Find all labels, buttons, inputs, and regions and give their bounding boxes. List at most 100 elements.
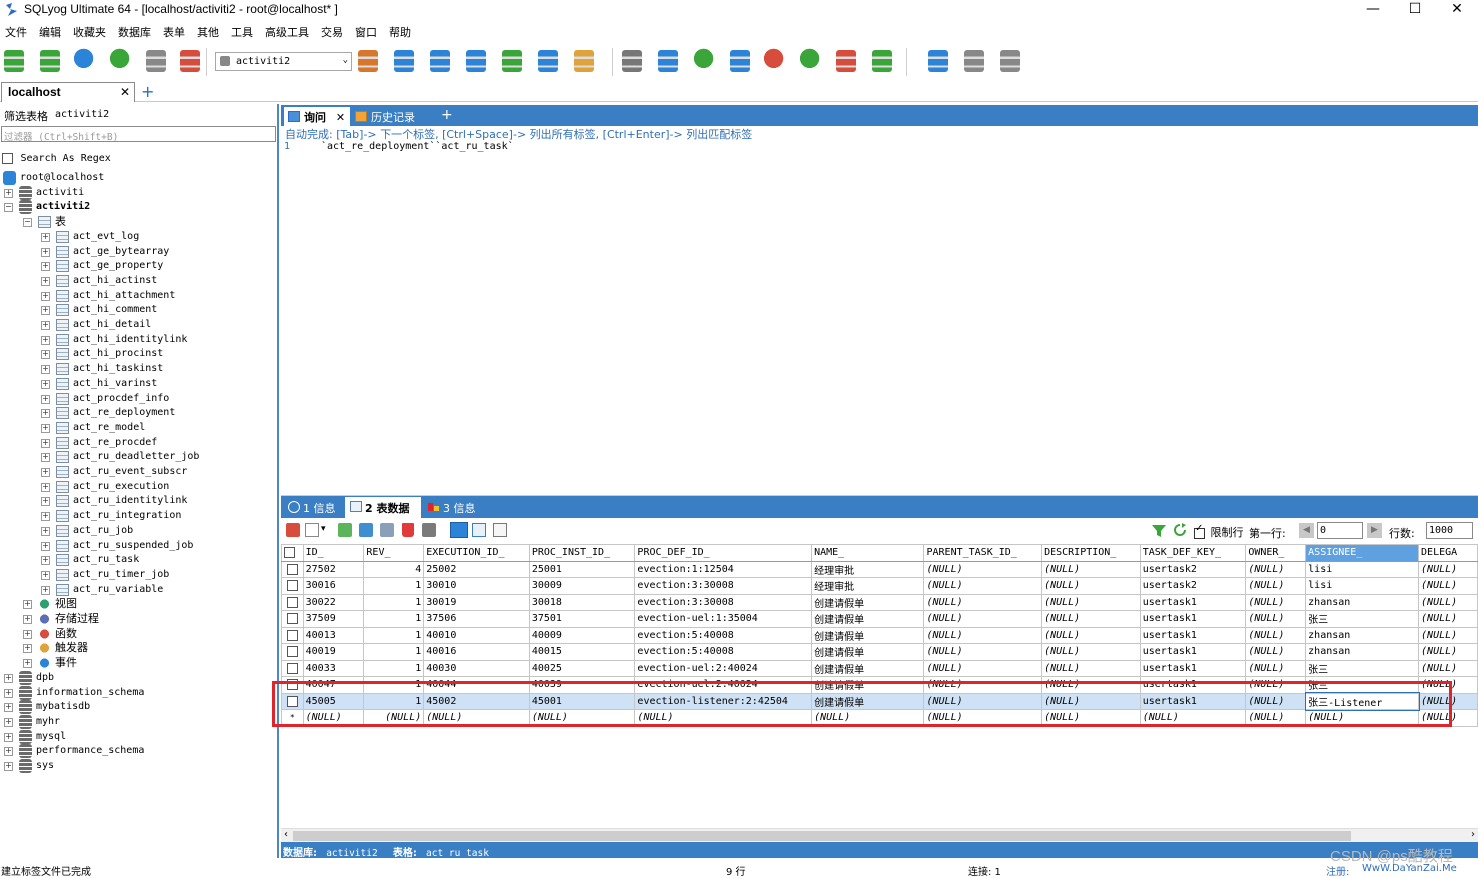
expand-icon[interactable]: + (41, 379, 50, 389)
table-cell[interactable]: 张三 (1305, 659, 1420, 677)
scroll-right-icon[interactable]: › (1471, 829, 1475, 840)
table-cell[interactable]: 27502 (302, 560, 365, 578)
menu-item-6[interactable]: 工具 (226, 22, 260, 40)
table-cell[interactable]: (NULL) (923, 593, 1043, 611)
migration-icon[interactable] (872, 50, 892, 72)
expand-icon[interactable]: + (23, 600, 32, 610)
expand-icon[interactable]: + (4, 747, 13, 757)
table-cell[interactable]: 经理审批 (811, 577, 925, 595)
chevron-down-icon[interactable]: ▾ (321, 524, 326, 534)
sql-text[interactable]: `act_re_deployment``act_ru_task` (321, 141, 514, 152)
table-cell[interactable]: 30009 (528, 577, 636, 595)
table-cell[interactable]: usertask2 (1139, 577, 1247, 595)
table-cell[interactable]: zhansan (1305, 626, 1420, 644)
create-table-icon[interactable] (430, 50, 450, 72)
table-cell[interactable]: 1 (363, 643, 425, 661)
expand-icon[interactable]: + (41, 232, 50, 242)
backup-icon[interactable] (622, 50, 642, 72)
column-header[interactable]: ASSIGNEE_ (1305, 544, 1420, 562)
table-cell[interactable]: (NULL) (1041, 593, 1141, 611)
table-cell[interactable]: (NULL) (1245, 610, 1307, 628)
notification-icon[interactable] (928, 50, 948, 72)
menu-item-3[interactable]: 数据库 (113, 22, 158, 40)
maximize-button[interactable]: ☐ (1394, 0, 1436, 20)
row-checkbox[interactable] (286, 646, 298, 657)
table-row[interactable]: 37509 1 37506 37501 evection-uel:1:35004 创建请假… (281, 610, 1478, 628)
close-tab-icon[interactable]: ✕ (336, 111, 345, 124)
table-cell[interactable]: evection-uel:2:40024 (634, 659, 813, 677)
prev-page-button[interactable]: ◀ (1299, 523, 1314, 538)
duplicate-row-icon[interactable] (359, 523, 373, 537)
column-header[interactable]: PROC_DEF_ID_ (634, 544, 813, 562)
row-select-cell[interactable] (281, 643, 304, 661)
table-cell[interactable]: 创建请假单 (811, 593, 925, 611)
new-connection-icon[interactable] (4, 50, 24, 72)
expand-icon[interactable]: + (41, 321, 50, 330)
row-checkbox[interactable] (286, 662, 298, 674)
row-select-cell[interactable] (281, 659, 304, 677)
grid-view-icon[interactable] (450, 522, 468, 538)
table-cell[interactable]: 张三 (1305, 610, 1420, 628)
select-all-checkbox[interactable] (284, 547, 295, 558)
table-cell[interactable]: (NULL) (1041, 643, 1141, 661)
table-cell[interactable]: 经理审批 (811, 560, 925, 578)
expand-icon[interactable]: + (41, 262, 50, 272)
menu-item-9[interactable]: 窗口 (350, 22, 384, 40)
table-cell[interactable]: 40009 (528, 626, 636, 644)
table-cell[interactable]: (NULL) (1245, 560, 1307, 578)
expand-icon[interactable]: + (41, 512, 50, 522)
table-row[interactable]: 40019 1 40016 40015 evection:5:40008 创建请假单 (NU… (281, 643, 1478, 661)
scheduled-job-icon[interactable] (764, 48, 788, 74)
new-connection-tab-button[interactable]: + (141, 82, 154, 101)
table-cell[interactable]: usertask1 (1139, 643, 1247, 661)
expand-icon[interactable]: + (4, 688, 13, 698)
expand-icon[interactable]: + (41, 423, 50, 433)
table-row[interactable]: 27502 4 25002 25001 evection:1:12504 经理审批 (NUL… (281, 560, 1478, 578)
table-cell[interactable]: (NULL) (1418, 560, 1478, 578)
add-query-tab-button[interactable]: + (437, 105, 457, 124)
expand-icon[interactable]: + (23, 629, 32, 639)
menu-item-4[interactable]: 表单 (158, 22, 192, 40)
expand-icon[interactable]: + (41, 541, 50, 551)
restore-icon[interactable] (658, 50, 678, 72)
table-cell[interactable]: 30022 (302, 593, 365, 611)
refresh-icon[interactable] (1173, 523, 1187, 537)
expand-icon[interactable]: + (41, 585, 50, 595)
expand-icon[interactable]: + (41, 409, 50, 419)
table-cell[interactable]: (NULL) (1245, 626, 1307, 644)
schema-sync-icon[interactable] (730, 50, 750, 72)
expand-icon[interactable]: + (41, 556, 50, 566)
column-header[interactable]: PARENT_TASK_ID_ (923, 544, 1043, 562)
insert-row-icon[interactable] (338, 523, 352, 537)
copy-db-icon[interactable] (1000, 50, 1020, 72)
close-tab-icon[interactable]: ✕ (120, 85, 130, 99)
table-cell[interactable]: 1 (363, 659, 425, 677)
expand-icon[interactable]: + (23, 644, 32, 654)
table-cell[interactable]: 30016 (302, 577, 365, 595)
table-cell[interactable]: (NULL) (1041, 560, 1141, 578)
row-checkbox[interactable] (286, 596, 298, 608)
expand-icon[interactable]: + (41, 350, 50, 360)
table-cell[interactable]: (NULL) (1041, 610, 1141, 628)
tab-query[interactable]: 询问 ✕ (284, 107, 350, 126)
column-header[interactable]: DELEGA (1418, 544, 1478, 562)
table-cell[interactable]: 30018 (528, 593, 636, 611)
row-checkbox[interactable] (286, 629, 298, 641)
scroll-left-icon[interactable]: ‹ (284, 829, 288, 840)
table-cell[interactable]: (NULL) (1418, 659, 1478, 677)
menu-item-0[interactable]: 文件 (0, 22, 34, 40)
table-cell[interactable]: 40013 (302, 626, 365, 644)
clone-icon[interactable] (964, 50, 984, 72)
collapse-icon[interactable]: − (23, 218, 32, 228)
table-cell[interactable]: 30019 (423, 593, 530, 611)
table-cell[interactable]: 1 (363, 626, 425, 644)
menu-item-5[interactable]: 其他 (192, 22, 226, 40)
table-cell[interactable]: (NULL) (1245, 659, 1307, 677)
expand-icon[interactable]: + (23, 659, 32, 669)
table-cell[interactable]: 4 (363, 560, 425, 578)
scroll-thumb[interactable] (293, 831, 1351, 841)
export-icon[interactable] (538, 50, 558, 72)
table-cell[interactable]: (NULL) (923, 577, 1043, 595)
expand-icon[interactable]: + (41, 394, 50, 404)
menu-item-10[interactable]: 帮助 (384, 22, 418, 40)
